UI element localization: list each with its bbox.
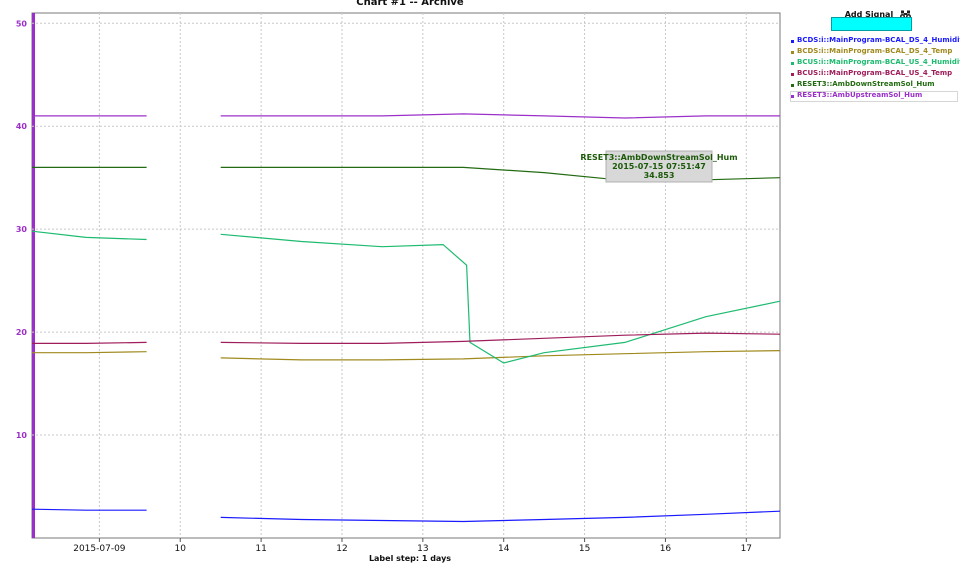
x-tick-label: 17	[741, 544, 752, 554]
x-axis-label: Label step: 1 days	[369, 554, 451, 563]
legend-marker	[791, 84, 794, 87]
x-tick-label: 12	[336, 544, 347, 554]
legend-item[interactable]: RESET3::AmbDownStreamSol_Hum	[790, 80, 958, 91]
x-tick-label: 15	[579, 544, 590, 554]
x-tick-label: 10	[175, 544, 187, 554]
legend-item[interactable]: BCDS:i::MainProgram-BCAL_DS_4_Humidity	[790, 36, 960, 47]
chart-title: Chart #1 -- Archive	[356, 0, 464, 8]
legend-label[interactable]: RESET3::AmbDownStreamSol_Hum	[797, 80, 935, 88]
y-axis-ticks: 10 20 30 40 50	[16, 19, 28, 440]
legend-label[interactable]: BCDS:i::MainProgram-BCAL_DS_4_Humidity	[797, 36, 960, 44]
legend-item[interactable]: RESET3::AmbUpstreamSol_Hum	[790, 91, 958, 102]
plot-area[interactable]	[31, 12, 781, 539]
y-tick-label: 40	[16, 122, 28, 131]
tooltip-time: 2015-07-15 07:51:47	[612, 162, 706, 171]
legend-label[interactable]: RESET3::AmbUpstreamSol_Hum	[797, 91, 922, 99]
legend-label[interactable]: BCUS:i::MainProgram-BCAL_US_4_Temp	[797, 69, 952, 77]
x-tick-label: 16	[660, 544, 672, 554]
legend-item[interactable]: BCUS:i::MainProgram-BCAL_US_4_Temp	[790, 69, 958, 80]
legend: BCDS:i::MainProgram-BCAL_DS_4_HumidityBC…	[790, 36, 960, 102]
tooltip-series: RESET3::AmbDownStreamSol_Hum	[580, 153, 737, 162]
x-tick-label: 11	[255, 544, 266, 554]
legend-marker	[791, 40, 794, 43]
y-axis-bar	[32, 13, 35, 538]
add-signal-input[interactable]	[831, 17, 912, 31]
x-tick-label: 2015-07-09	[73, 544, 126, 554]
y-tick-label: 30	[16, 225, 28, 234]
legend-marker	[791, 51, 794, 54]
x-axis-ticks: 2015-07-09 10 11 12 13 14 15 16 17	[73, 538, 752, 554]
legend-label[interactable]: BCUS:i::MainProgram-BCAL_US_4_Humidity	[797, 58, 960, 66]
legend-marker	[791, 73, 794, 76]
x-tick-label: 13	[417, 544, 428, 554]
legend-marker	[791, 62, 794, 65]
legend-label[interactable]: BCDS:i::MainProgram-BCAL_DS_4_Temp	[797, 47, 952, 55]
y-tick-label: 50	[16, 19, 28, 28]
legend-item[interactable]: BCDS:i::MainProgram-BCAL_DS_4_Temp	[790, 47, 958, 58]
y-tick-label: 10	[16, 431, 28, 440]
legend-marker	[791, 95, 794, 98]
x-tick-label: 14	[498, 544, 510, 554]
y-tick-label: 20	[16, 328, 28, 337]
tooltip-value: 34.853	[644, 171, 675, 180]
legend-item[interactable]: BCUS:i::MainProgram-BCAL_US_4_Humidity	[790, 58, 960, 69]
